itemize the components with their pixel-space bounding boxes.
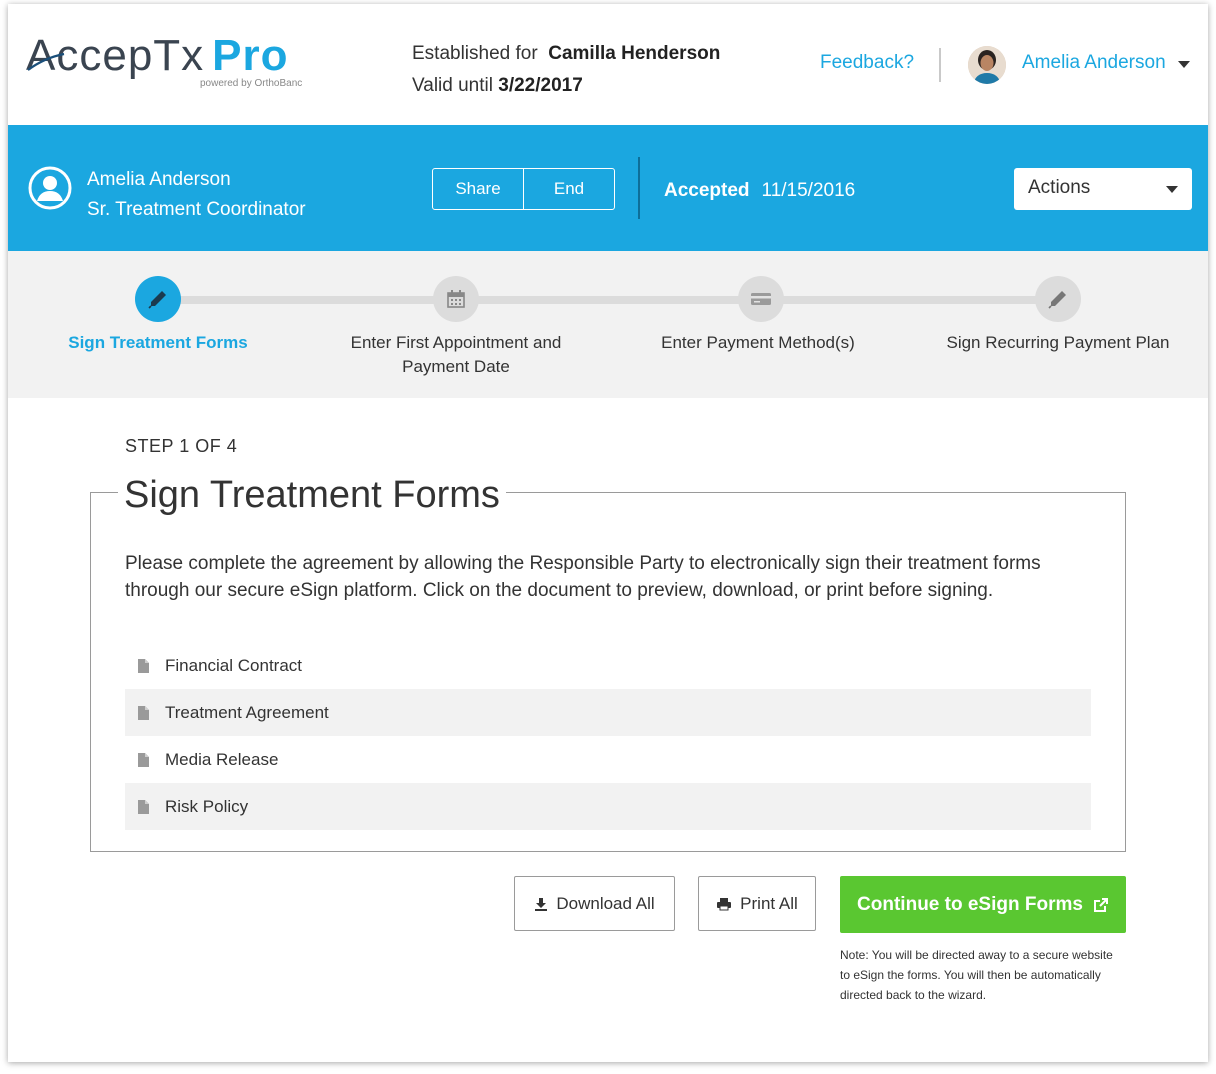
pen-icon [148,291,166,309]
bar-divider [638,157,640,219]
step-4-label[interactable]: Sign Recurring Payment Plan [928,331,1188,355]
user-menu[interactable]: Amelia Anderson [1022,52,1166,74]
download-all-label: Download All [556,893,655,913]
continue-esign-label: Continue to eSign Forms [857,893,1083,915]
continue-esign-button[interactable]: Continue to eSign Forms [840,876,1126,933]
actions-label: Actions [1028,177,1091,198]
user-circle-icon [28,166,72,210]
step-4-circle[interactable] [1035,276,1081,322]
end-button[interactable]: End [523,169,614,209]
avatar[interactable] [968,46,1006,84]
app-window: AccepTx Pro powered by OrthoBanc Establis… [8,4,1208,1062]
document-name: Media Release [165,749,279,769]
stepper-track [158,296,1058,304]
download-icon [535,897,548,911]
pen-icon [1048,291,1066,309]
logo-swoosh-icon [27,52,65,71]
document-icon [138,752,149,767]
user-photo-icon [968,46,1006,84]
status-date: 11/15/2016 [761,180,856,201]
credit-card-icon [751,293,771,305]
document-list: Financial Contract Treatment Agreement M… [125,642,1091,830]
valid-date: 3/22/2017 [498,75,583,96]
calendar-icon [447,290,465,308]
step-3-circle[interactable] [738,276,784,322]
top-header: AccepTx Pro powered by OrthoBanc Establis… [8,4,1208,125]
step-1-circle[interactable] [135,276,181,322]
document-icon [138,705,149,720]
document-item[interactable]: Financial Contract [125,642,1091,689]
document-icon [138,799,149,814]
step-2-label[interactable]: Enter First Appointment and Payment Date [326,331,586,379]
patient-name: Camilla Henderson [548,43,721,64]
document-name: Risk Policy [165,796,249,816]
logo[interactable]: AccepTx Pro powered by OrthoBanc [26,31,302,90]
external-link-icon [1093,897,1108,912]
step-2-label-line1: Enter First Appointment and [350,333,562,352]
page-title: Sign Treatment Forms [118,470,506,520]
redirect-note: Note: You will be directed away to a sec… [840,948,1113,1002]
established-label: Established for [412,43,538,64]
document-item[interactable]: Media Release [125,736,1091,783]
download-all-button[interactable]: Download All [514,876,675,931]
coordinator-name: Amelia Anderson [87,169,231,190]
document-name: Financial Contract [165,655,303,675]
wizard-stepper: Sign Treatment Forms Enter First Appoint… [8,251,1208,398]
logo-tagline: powered by OrthoBanc [200,78,303,89]
plan-info: Established for Camilla Henderson Valid … [412,38,720,102]
document-item[interactable]: Risk Policy [125,783,1091,830]
actions-dropdown[interactable]: Actions [1014,168,1192,210]
step-3-label[interactable]: Enter Payment Method(s) [628,331,888,355]
coordinator-title: Sr. Treatment Coordinator [87,199,306,220]
document-icon [138,658,149,673]
print-all-button[interactable]: Print All [698,876,816,931]
chevron-down-icon [1166,186,1178,193]
step-counter: STEP 1 OF 4 [125,436,238,456]
header-divider [939,48,941,82]
step-1-label[interactable]: Sign Treatment Forms [48,331,268,355]
chevron-down-icon[interactable] [1178,61,1190,68]
valid-label: Valid until [412,75,493,96]
feedback-link[interactable]: Feedback? [820,52,914,74]
step-1-label-text: Sign Treatment Forms [68,333,248,352]
step-4-label-text: Sign Recurring Payment Plan [946,333,1170,352]
print-icon [717,897,732,910]
share-button[interactable]: Share [433,169,523,209]
print-all-label: Print All [740,893,798,913]
step-3-label-text: Enter Payment Method(s) [661,333,855,352]
coordinator-info: Amelia Anderson Sr. Treatment Coordinato… [87,165,306,225]
status: Accepted 11/15/2016 [664,180,855,202]
step-2-circle[interactable] [433,276,479,322]
coordinator-bar: Amelia Anderson Sr. Treatment Coordinato… [8,125,1208,251]
share-end-group: Share End [432,168,615,210]
logo-pro: Pro [212,31,289,80]
instructions: Please complete the agreement by allowin… [125,553,1041,601]
document-item[interactable]: Treatment Agreement [125,689,1091,736]
status-label: Accepted [664,180,750,201]
step-2-label-line2: Payment Date [402,357,510,376]
document-name: Treatment Agreement [165,702,329,722]
